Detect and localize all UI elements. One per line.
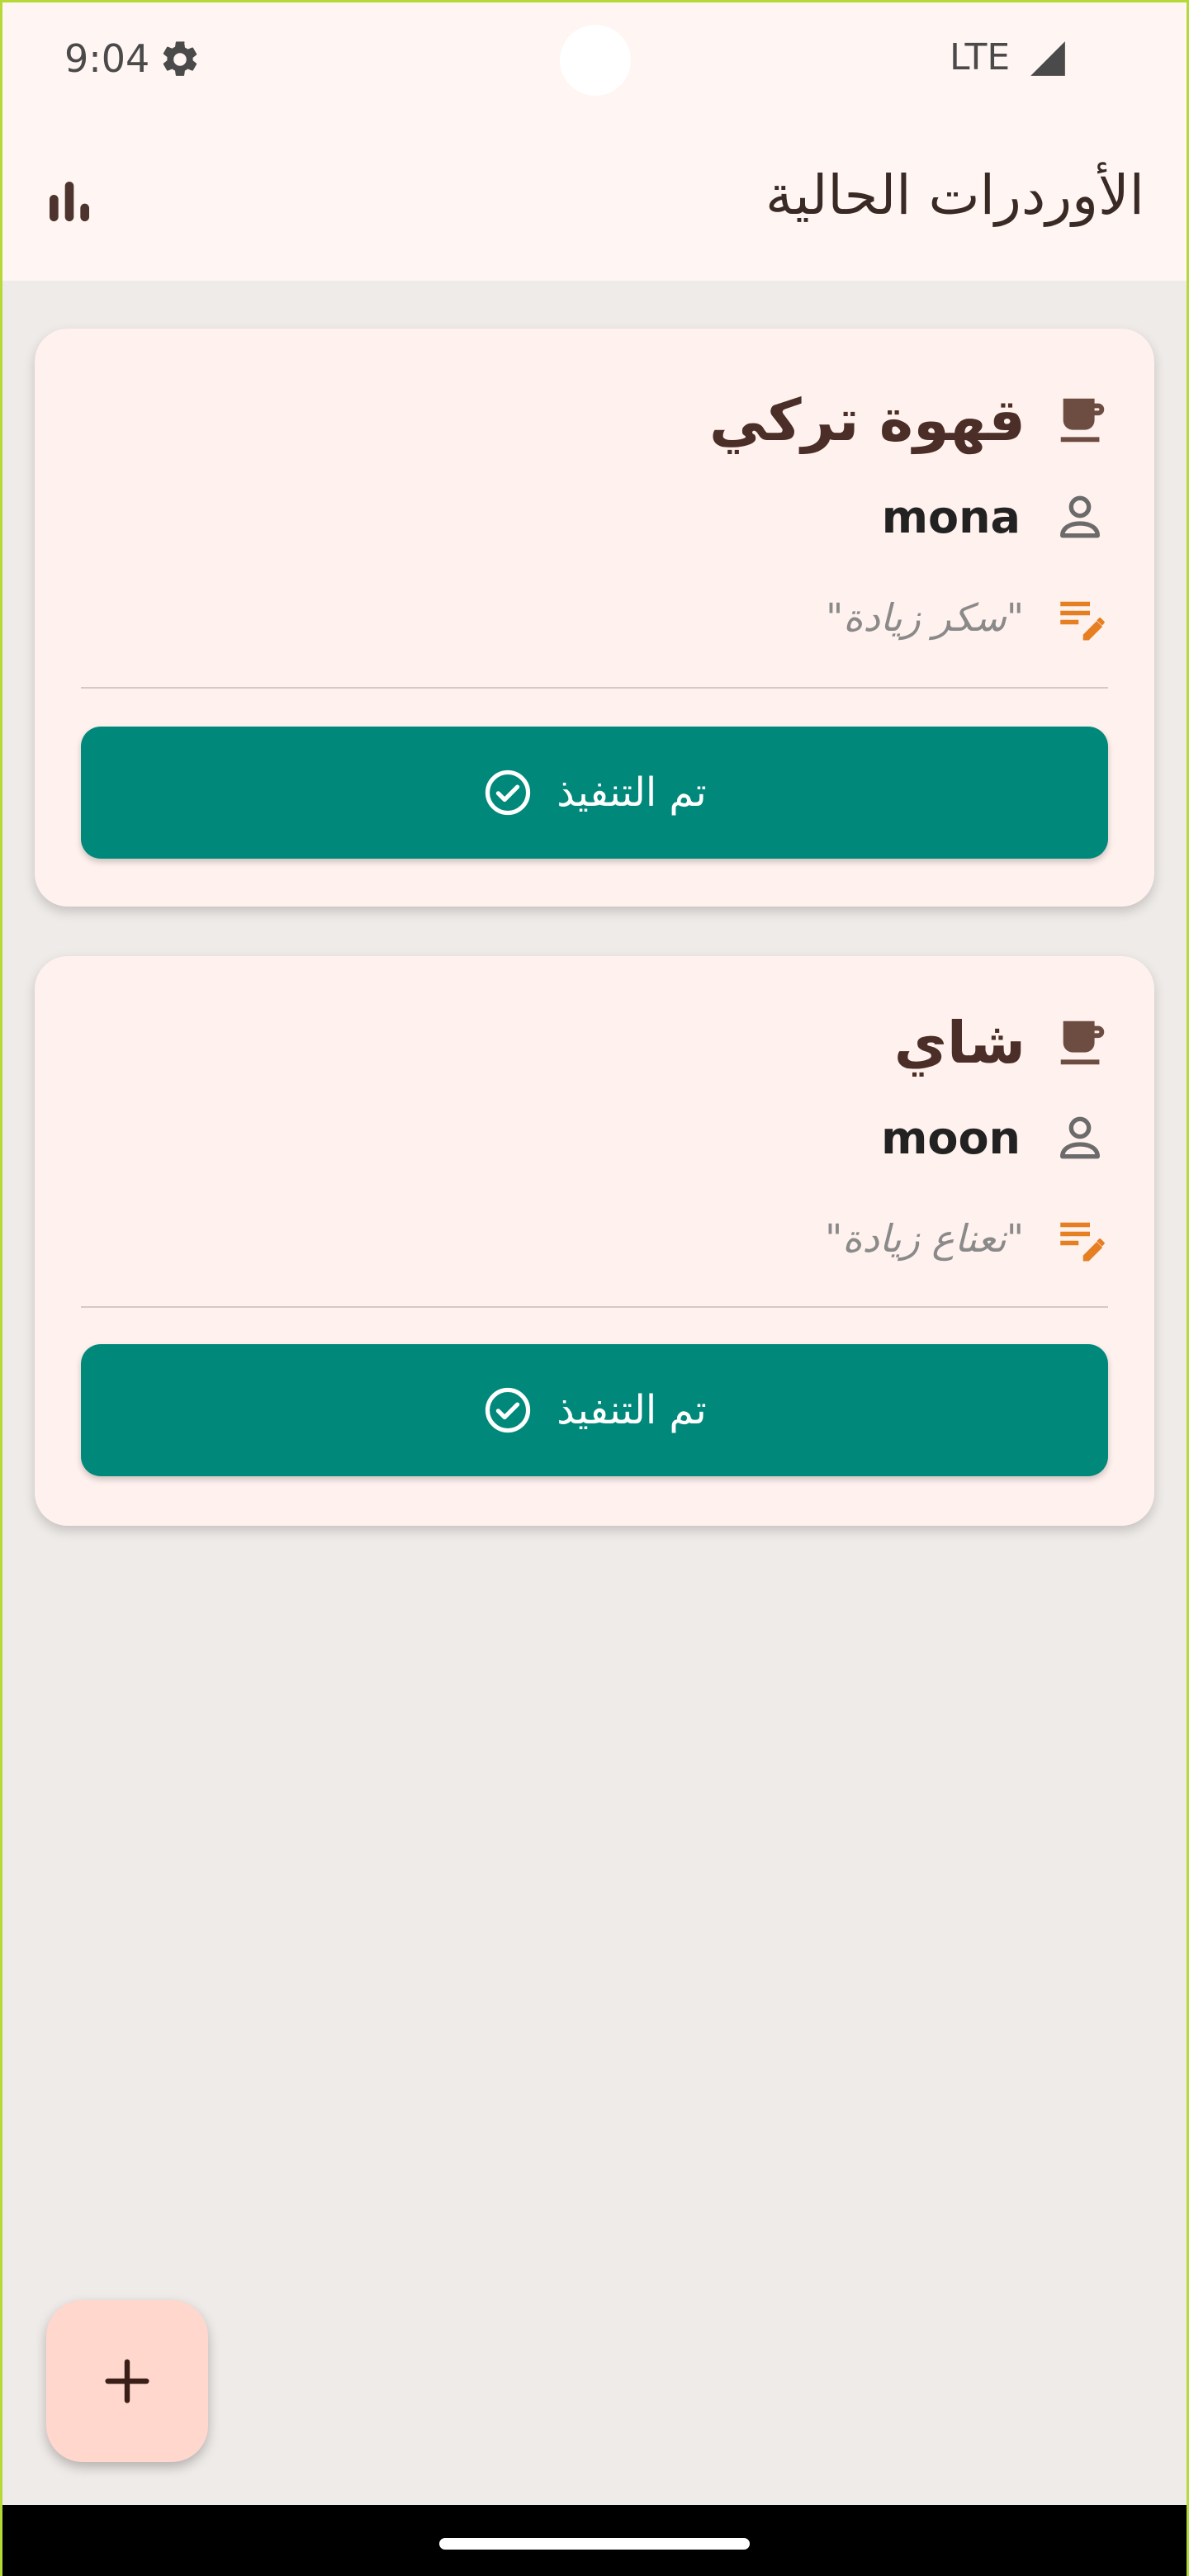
customer-row: mona <box>882 484 1106 550</box>
order-card: شاي moon "نعناع زيادة" تم التنفيذ <box>35 956 1154 1526</box>
status-bar: 9:04 LTE <box>0 0 1189 116</box>
top-app-area: 9:04 LTE الأوردرات الحالية <box>0 0 1189 281</box>
order-card: قهوة تركي mona "سكر زيادة" تم التنفيذ <box>35 329 1154 907</box>
drink-name: شاي <box>893 1009 1026 1077</box>
customer-name: moon <box>881 1111 1021 1164</box>
drink-name: قهوة تركي <box>709 386 1026 454</box>
customer-name: mona <box>881 490 1021 543</box>
gear-icon <box>163 41 197 76</box>
check-circle-icon <box>486 769 531 816</box>
order-note: "نعناع زيادة" <box>825 1216 1024 1261</box>
status-time: 9:04 <box>64 36 150 81</box>
check-circle-icon <box>486 1387 531 1433</box>
edit-note-icon <box>1060 601 1105 641</box>
order-note: "سكر زيادة" <box>826 595 1024 640</box>
note-row: "نعناع زيادة" <box>825 1205 1108 1271</box>
note-row: "سكر زيادة" <box>826 585 1108 651</box>
person-icon <box>1060 1116 1100 1159</box>
mark-done-button[interactable]: تم التنفيذ <box>81 1344 1108 1476</box>
divider <box>81 687 1108 689</box>
mark-done-label: تم التنفيذ <box>557 769 707 816</box>
add-icon <box>105 2359 149 2403</box>
network-type: LTE <box>950 36 1011 78</box>
system-nav-bar <box>0 2505 1189 2576</box>
bar-chart-icon[interactable] <box>43 175 96 228</box>
drink-row: شاي <box>894 1006 1111 1080</box>
add-order-button[interactable] <box>46 2300 208 2462</box>
mark-done-button[interactable]: تم التنفيذ <box>81 727 1108 859</box>
signal-icon <box>1030 41 1065 76</box>
coffee-cup-icon <box>1060 1020 1105 1065</box>
screen: 9:04 LTE الأوردرات الحالية قهوة تركي mon… <box>0 0 1189 2576</box>
home-gesture-handle[interactable] <box>439 2538 750 2550</box>
divider <box>81 1306 1108 1308</box>
person-icon <box>1060 495 1100 538</box>
coffee-cup-icon <box>1060 398 1105 443</box>
page-title: الأوردرات الحالية <box>765 163 1144 227</box>
edit-note-icon <box>1060 1222 1105 1262</box>
customer-row: moon <box>881 1105 1106 1171</box>
mark-done-label: تم التنفيذ <box>557 1387 707 1433</box>
front-camera <box>560 25 631 96</box>
drink-row: قهوة تركي <box>709 383 1111 457</box>
